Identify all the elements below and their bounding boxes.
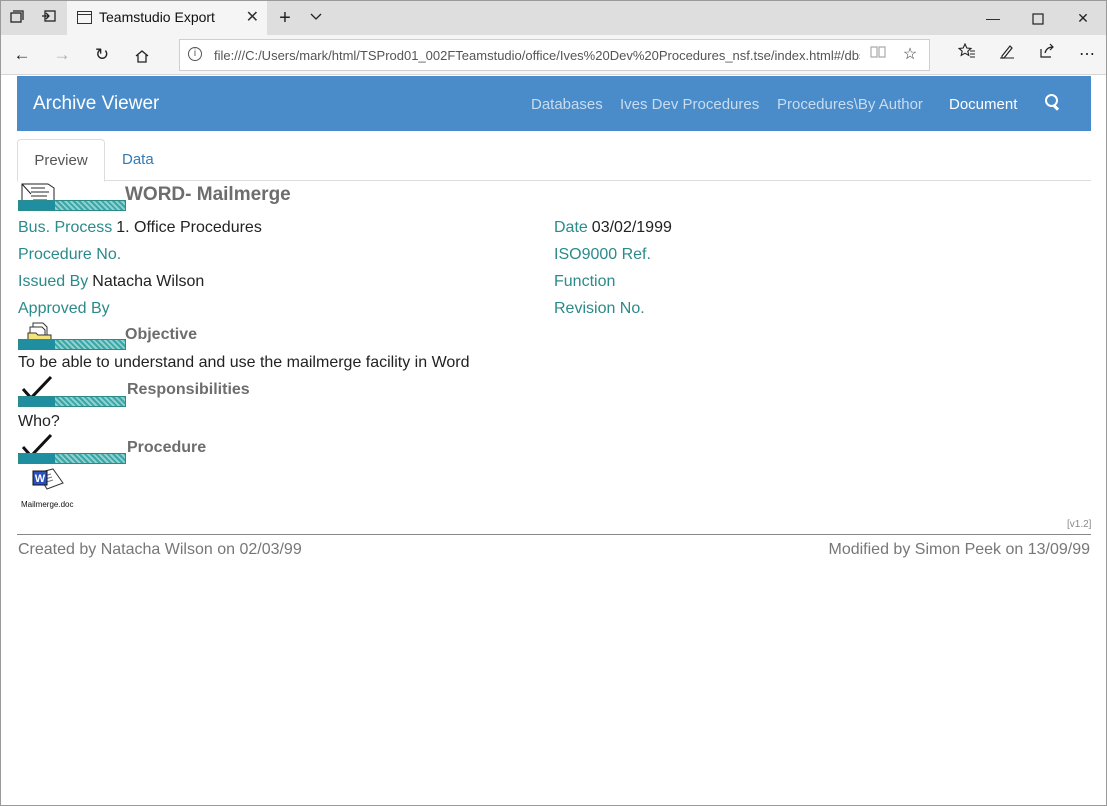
bus-process-field: Bus. Process 1. Office Procedures bbox=[18, 219, 262, 237]
issued-by-value: Natacha Wilson bbox=[92, 273, 205, 290]
revision-no-label: Revision No. bbox=[554, 300, 645, 317]
tab-preview[interactable]: Preview bbox=[17, 139, 105, 182]
issued-by-field: Issued By Natacha Wilson bbox=[18, 273, 204, 291]
favorites-hub-icon[interactable] bbox=[955, 42, 979, 67]
browser-tab[interactable]: Teamstudio Export ✕ bbox=[67, 1, 267, 35]
version-label: [v1.2] bbox=[1067, 519, 1092, 530]
info-icon[interactable]: i bbox=[188, 47, 202, 61]
close-tab-icon[interactable]: ✕ bbox=[246, 7, 259, 27]
maximize-button[interactable] bbox=[1015, 1, 1061, 35]
nav-databases[interactable]: Databases bbox=[531, 96, 603, 113]
forward-icon[interactable]: → bbox=[50, 43, 74, 67]
bus-process-label: Bus. Process bbox=[18, 219, 113, 236]
favorite-icon[interactable]: ☆ bbox=[900, 45, 920, 65]
attachment-name[interactable]: Mailmerge.doc bbox=[21, 500, 73, 509]
responsibilities-text: Who? bbox=[18, 413, 60, 430]
word-doc-icon[interactable]: W bbox=[31, 467, 67, 504]
minimize-button[interactable]: — bbox=[970, 1, 1016, 35]
home-icon[interactable] bbox=[130, 43, 154, 67]
new-tab-icon[interactable]: + bbox=[275, 8, 295, 28]
objective-heading: Objective bbox=[125, 326, 198, 343]
header-bar bbox=[18, 453, 126, 464]
header-bar bbox=[18, 339, 126, 350]
function-label: Function bbox=[554, 273, 616, 290]
modified-by-text: Modified by Simon Peek on 13/09/99 bbox=[828, 541, 1091, 558]
search-icon[interactable] bbox=[1045, 94, 1059, 108]
document-tabs: Preview Data bbox=[17, 139, 1091, 182]
refresh-icon[interactable]: ↻ bbox=[90, 43, 114, 67]
document-title: WORD- Mailmerge bbox=[125, 184, 291, 205]
footer-divider bbox=[17, 534, 1091, 535]
back-icon[interactable]: ← bbox=[10, 43, 34, 67]
share-icon[interactable] bbox=[1035, 43, 1059, 67]
responsibilities-heading: Responsibilities bbox=[127, 381, 250, 398]
date-field: Date 03/02/1999 bbox=[554, 219, 672, 237]
header-bar bbox=[18, 396, 126, 407]
approved-by-label: Approved By bbox=[18, 300, 110, 317]
tab-data[interactable]: Data bbox=[122, 139, 154, 181]
address-bar[interactable]: i file:///C:/Users/mark/html/TSProd01_00… bbox=[179, 39, 930, 71]
set-aside-icon[interactable] bbox=[39, 8, 59, 28]
tab-list-icon[interactable] bbox=[7, 8, 27, 28]
tab-dropdown-icon[interactable] bbox=[306, 8, 326, 28]
more-icon[interactable]: ⋯ bbox=[1075, 43, 1099, 67]
pen-icon[interactable] bbox=[995, 43, 1019, 67]
nav-document[interactable]: Document bbox=[949, 96, 1017, 113]
tab-title: Teamstudio Export bbox=[99, 9, 215, 25]
date-value: 03/02/1999 bbox=[591, 219, 672, 236]
nav-ives-dev-procedures[interactable]: Ives Dev Procedures bbox=[620, 96, 759, 113]
created-by-text: Created by Natacha Wilson on 02/03/99 bbox=[18, 541, 302, 558]
date-label: Date bbox=[554, 219, 588, 236]
url-text[interactable]: file:///C:/Users/mark/html/TSProd01_002F… bbox=[214, 48, 860, 63]
header-bar bbox=[18, 200, 126, 211]
procedure-no-label: Procedure No. bbox=[18, 246, 122, 263]
svg-text:W: W bbox=[35, 473, 46, 485]
address-toolbar: ← → ↻ i file:///C:/Users/mark/html/TSPro… bbox=[1, 35, 1106, 75]
app-navbar: Archive Viewer Databases Ives Dev Proced… bbox=[17, 76, 1091, 131]
iso9000-ref-label: ISO9000 Ref. bbox=[554, 246, 651, 263]
reading-view-icon[interactable] bbox=[868, 45, 888, 65]
issued-by-label: Issued By bbox=[18, 273, 89, 290]
app-brand[interactable]: Archive Viewer bbox=[33, 93, 159, 115]
bus-process-value: 1. Office Procedures bbox=[116, 219, 262, 236]
procedure-heading: Procedure bbox=[127, 439, 207, 456]
page-icon bbox=[77, 11, 92, 24]
browser-tab-bar: Teamstudio Export ✕ + — ✕ bbox=[1, 1, 1106, 35]
nav-procedures-by-author[interactable]: Procedures\By Author bbox=[777, 96, 923, 113]
objective-text: To be able to understand and use the mai… bbox=[18, 354, 470, 371]
close-window-button[interactable]: ✕ bbox=[1060, 1, 1106, 35]
